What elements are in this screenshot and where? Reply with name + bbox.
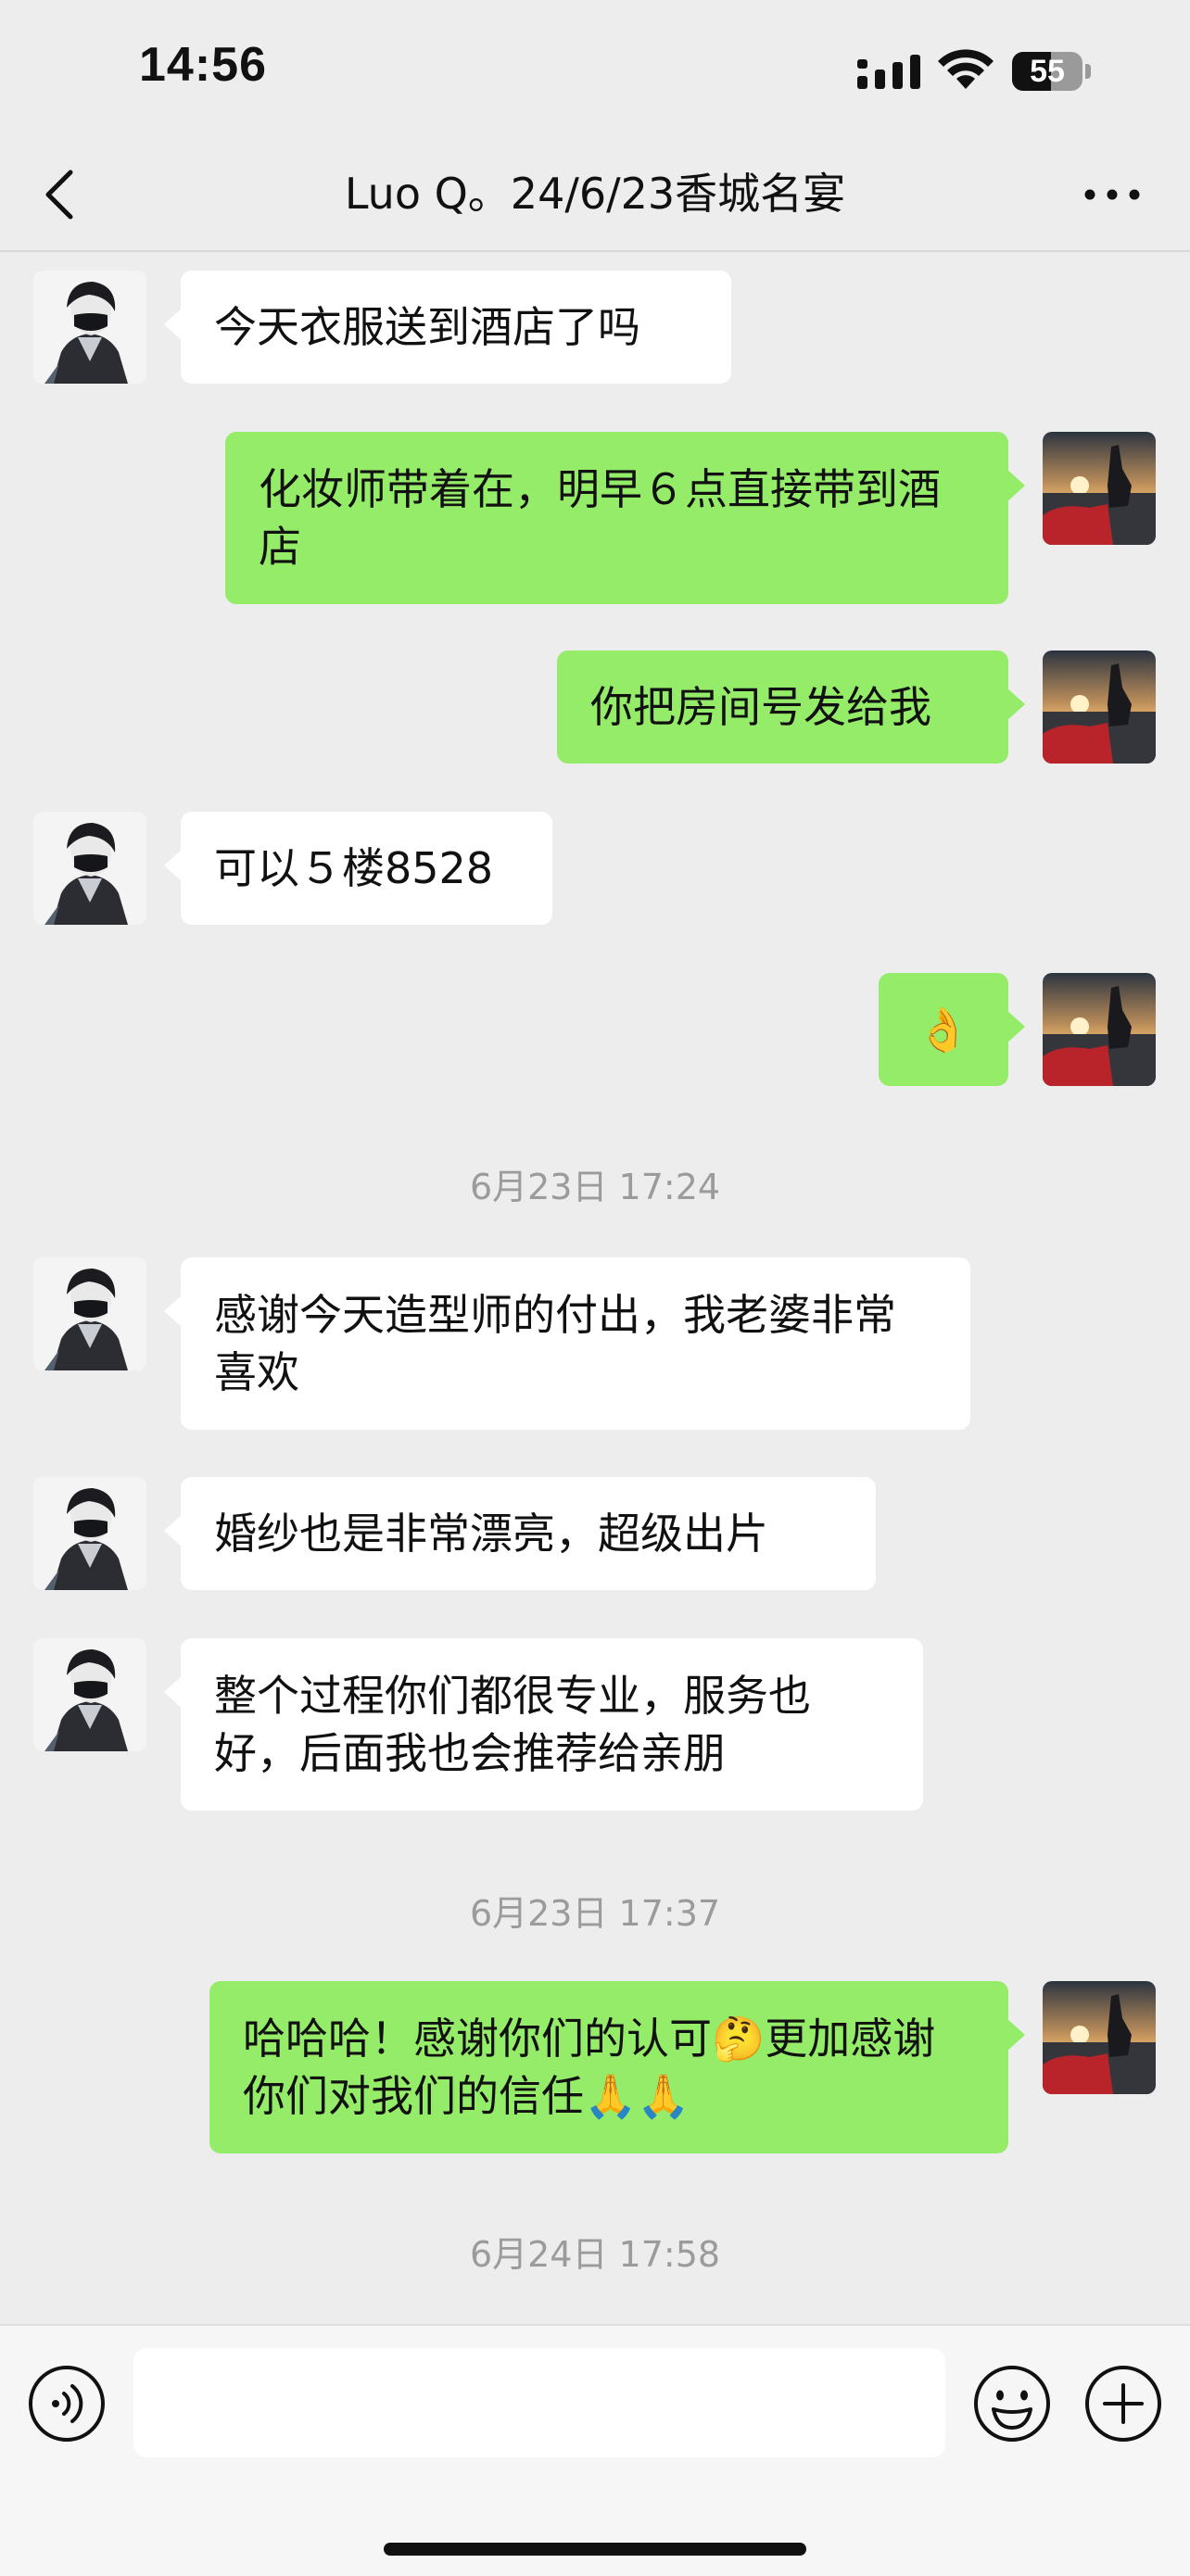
emoji-icon bbox=[974, 2366, 1050, 2442]
my-avatar[interactable] bbox=[1043, 432, 1156, 545]
voice-input-button[interactable] bbox=[26, 2363, 108, 2444]
message-bubble-incoming[interactable]: 婚纱也是非常漂亮，超级出片 bbox=[164, 1477, 876, 1590]
message-list[interactable]: 今天衣服送到酒店了吗 化妆师带着在，明早６点直接带到酒店 你把房间号发给我 可以… bbox=[0, 252, 1190, 2324]
message-text: 化妆师带着在，明早６点直接带到酒店 bbox=[259, 464, 941, 572]
timestamp: 6月23日 17:24 bbox=[469, 1167, 721, 1207]
message-bubble-outgoing[interactable]: 你把房间号发给我 bbox=[557, 650, 1025, 764]
status-time: 14:56 bbox=[139, 38, 267, 92]
home-indicator[interactable] bbox=[384, 2543, 806, 2556]
voice-icon bbox=[29, 2366, 105, 2442]
message-bubble-incoming[interactable]: 整个过程你们都很专业，服务也好，后面我也会推荐给亲朋 bbox=[164, 1638, 923, 1811]
more-functions-button[interactable] bbox=[1082, 2363, 1164, 2444]
more-dots-icon bbox=[1084, 189, 1140, 200]
message-text: 👌 bbox=[917, 1004, 970, 1054]
status-bar: 14:56 55 bbox=[0, 0, 1190, 139]
message-text: 你把房间号发给我 bbox=[590, 682, 931, 732]
more-button[interactable] bbox=[1075, 165, 1149, 224]
message-input[interactable] bbox=[133, 2348, 945, 2457]
battery-icon: 55 bbox=[1012, 52, 1091, 91]
contact-avatar[interactable] bbox=[33, 1638, 146, 1751]
my-avatar[interactable] bbox=[1043, 650, 1156, 764]
contact-avatar[interactable] bbox=[33, 271, 146, 384]
cellular-signal-icon bbox=[857, 55, 920, 89]
battery-percent: 55 bbox=[1030, 54, 1065, 89]
message-bubble-outgoing[interactable]: 👌 bbox=[879, 973, 1025, 1086]
wifi-icon bbox=[938, 49, 994, 89]
timestamp: 6月23日 17:37 bbox=[469, 1893, 721, 1934]
message-bubble-outgoing[interactable]: 化妆师带着在，明早６点直接带到酒店 bbox=[225, 432, 1025, 604]
message-bubble-incoming[interactable]: 可以５楼8528 bbox=[164, 812, 552, 925]
message-text: 今天衣服送到酒店了吗 bbox=[214, 302, 640, 352]
timestamp: 6月24日 17:58 bbox=[469, 2234, 721, 2275]
nav-bar: Luo Q。24/6/23香城名宴 bbox=[0, 139, 1190, 252]
plus-icon bbox=[1085, 2366, 1161, 2442]
message-bubble-outgoing[interactable]: 哈哈哈！感谢你们的认可🤔更加感谢你们对我们的信任🙏🙏 bbox=[209, 1981, 1025, 2153]
contact-avatar[interactable] bbox=[33, 1477, 146, 1590]
my-avatar[interactable] bbox=[1043, 1981, 1156, 2094]
message-bubble-incoming[interactable]: 今天衣服送到酒店了吗 bbox=[164, 271, 731, 384]
emoji-button[interactable] bbox=[971, 2363, 1053, 2444]
input-bar bbox=[0, 2324, 1190, 2576]
back-button[interactable] bbox=[35, 165, 87, 224]
message-text: 感谢今天造型师的付出，我老婆非常喜欢 bbox=[214, 1290, 896, 1397]
message-text: 整个过程你们都很专业，服务也好，后面我也会推荐给亲朋 bbox=[214, 1671, 811, 1778]
message-text: 可以５楼8528 bbox=[214, 843, 494, 893]
message-text: 婚纱也是非常漂亮，超级出片 bbox=[214, 1509, 768, 1559]
chat-title: Luo Q。24/6/23香城名宴 bbox=[344, 169, 846, 219]
message-bubble-incoming[interactable]: 感谢今天造型师的付出，我老婆非常喜欢 bbox=[164, 1257, 970, 1430]
message-text: 哈哈哈！感谢你们的认可🤔更加感谢你们对我们的信任🙏🙏 bbox=[243, 2014, 936, 2121]
contact-avatar[interactable] bbox=[33, 812, 146, 925]
my-avatar[interactable] bbox=[1043, 973, 1156, 1086]
chevron-left-icon bbox=[45, 170, 73, 220]
contact-avatar[interactable] bbox=[33, 1257, 146, 1370]
